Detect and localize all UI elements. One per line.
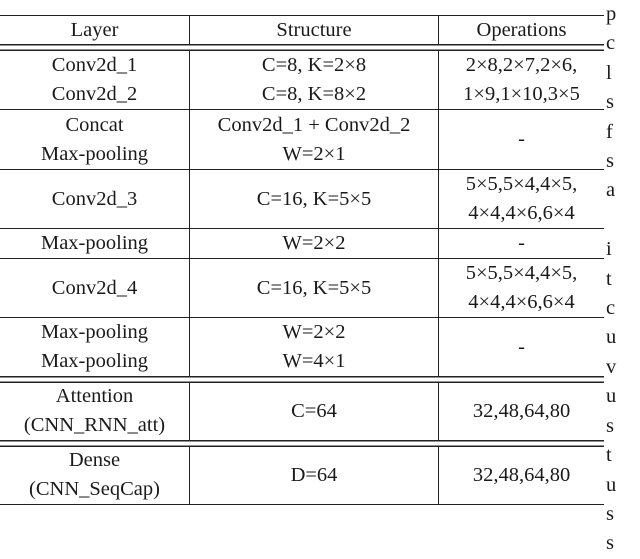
cell-line: C=16, K=5×5 — [256, 276, 372, 299]
operations-cell: - — [439, 229, 604, 258]
cell-line: - — [518, 335, 525, 358]
layer-cell: Attention (CNN_RNN_att) — [0, 382, 190, 440]
side-text-line: c — [606, 297, 616, 320]
cell-line: C=16, K=5×5 — [256, 187, 372, 210]
cell-line: 32,48,64,80 — [472, 399, 571, 422]
table-row: Max-pooling Max-pooling W=2×2 W=4×1 - — [0, 318, 604, 376]
side-text-line: u — [606, 473, 617, 496]
layer-cell: Conv2d_3 — [0, 170, 190, 228]
architecture-table: Layer Structure Operations Conv2d_1 Conv2… — [0, 15, 604, 505]
body-text-fragment: pclsfsa itcuvustuss — [606, 0, 640, 559]
operations-cell: 32,48,64,80 — [439, 382, 604, 440]
cell-line: Dense — [68, 449, 121, 471]
cell-line: Conv2d_1 + Conv2d_2 — [217, 113, 411, 136]
cell-line: C=8, K=8×2 — [261, 82, 367, 105]
side-text-line: s — [606, 150, 614, 173]
structure-cell: W=2×2 — [190, 229, 439, 258]
side-text-line: t — [606, 267, 612, 290]
cell-line: W=2×2 — [282, 321, 346, 343]
side-text-line: s — [606, 91, 614, 114]
cell-line: W=4×1 — [282, 350, 346, 372]
cell-line: Max-pooling — [40, 350, 149, 372]
structure-cell: C=8, K=2×8 C=8, K=8×2 — [190, 50, 439, 109]
side-text-line: c — [606, 32, 616, 55]
side-text-line: s — [606, 414, 614, 437]
table-row: Conv2d_3 C=16, K=5×5 5×5,5×4,4×5, 4×4,4×6,6… — [0, 170, 604, 229]
side-text-line: f — [606, 120, 613, 143]
side-text-line: t — [606, 444, 612, 467]
cell-line: W=2×2 — [282, 232, 346, 254]
cell-line: (CNN_SeqCap) — [29, 478, 160, 500]
side-text-line: a — [606, 179, 616, 202]
table-row: Max-pooling W=2×2 - — [0, 229, 604, 259]
layer-cell: Max-pooling — [0, 229, 190, 258]
table-row: Conv2d_1 Conv2d_2 C=8, K=2×8 C=8, K=8×2 2×8,… — [0, 50, 604, 110]
table-header: Layer Structure Operations — [0, 15, 604, 44]
side-text-line: l — [606, 61, 612, 84]
cell-line: - — [518, 128, 525, 150]
layer-cell: Max-pooling Max-pooling — [0, 318, 190, 376]
structure-cell: C=16, K=5×5 — [190, 259, 439, 317]
header-structure: Structure — [190, 16, 439, 44]
table-row: Dense (CNN_SeqCap) D=64 32,48,64,80 — [0, 446, 604, 505]
cell-line: 32,48,64,80 — [472, 463, 571, 486]
side-text-line — [606, 206, 640, 235]
cell-line: Max-pooling — [40, 142, 149, 165]
operations-cell: 5×5,5×4,4×5, 4×4,4×6,6×4 — [439, 170, 604, 228]
operations-cell: 5×5,5×4,4×5, 4×4,4×6,6×4 — [439, 259, 604, 317]
operations-cell: - — [439, 110, 604, 169]
cell-line: C=64 — [291, 399, 337, 422]
table-row: Attention (CNN_RNN_att) C=64 32,48,64,80 — [0, 382, 604, 440]
side-text-line: u — [606, 385, 617, 408]
structure-cell: Conv2d_1 + Conv2d_2 W=2×1 — [190, 110, 439, 169]
table-row: Conv2d_4 C=16, K=5×5 5×5,5×4,4×5, 4×4,4×6,6… — [0, 259, 604, 318]
cell-line: Concat — [65, 113, 124, 136]
table-row: Concat Max-pooling Conv2d_1 + Conv2d_2 W=2×… — [0, 110, 604, 170]
cell-line: W=2×1 — [282, 142, 346, 165]
structure-cell: C=64 — [190, 382, 439, 440]
cell-line: Conv2d_2 — [51, 82, 138, 105]
cell-line: Conv2d_4 — [51, 276, 138, 299]
structure-cell: C=16, K=5×5 — [190, 170, 439, 228]
side-text-line: s — [606, 532, 614, 555]
header-layer: Layer — [0, 16, 190, 44]
layer-cell: Conv2d_1 Conv2d_2 — [0, 50, 190, 109]
side-text-line: u — [606, 326, 617, 349]
cell-line: 5×5,5×4,4×5, — [465, 262, 578, 284]
operations-cell: - — [439, 318, 604, 376]
cell-line: Max-pooling — [40, 232, 149, 254]
cell-line: 1×9,1×10,3×5 — [463, 82, 580, 105]
cell-line: C=8, K=2×8 — [261, 53, 367, 76]
side-text-line: s — [606, 502, 614, 525]
cell-line: (CNN_RNN_att) — [23, 414, 166, 436]
operations-cell: 2×8,2×7,2×6, 1×9,1×10,3×5 — [439, 50, 604, 109]
cell-line: 4×4,4×6,6×4 — [468, 291, 575, 313]
cell-line: Conv2d_3 — [51, 187, 138, 210]
cell-line: Conv2d_1 — [51, 53, 138, 76]
side-text-line: p — [606, 3, 617, 25]
cell-line: - — [518, 232, 525, 254]
structure-cell: W=2×2 W=4×1 — [190, 318, 439, 376]
side-text-line: v — [606, 355, 617, 378]
layer-cell: Concat Max-pooling — [0, 110, 190, 169]
side-text-line: i — [606, 238, 612, 261]
cell-line: 5×5,5×4,4×5, — [465, 173, 578, 195]
header-operations: Operations — [476, 18, 567, 41]
cell-line: 2×8,2×7,2×6, — [465, 53, 578, 76]
layer-cell: Conv2d_4 — [0, 259, 190, 317]
cell-line: 4×4,4×6,6×4 — [468, 202, 575, 224]
layer-cell: Dense (CNN_SeqCap) — [0, 446, 190, 504]
cell-line: Attention — [55, 385, 134, 407]
cell-line: D=64 — [290, 463, 338, 486]
cell-line: Max-pooling — [40, 321, 149, 343]
structure-cell: D=64 — [190, 446, 439, 504]
operations-cell: 32,48,64,80 — [439, 446, 604, 504]
